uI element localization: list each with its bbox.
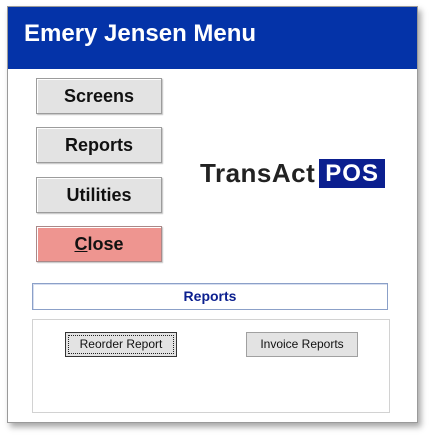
logo-text: TransAct [200, 157, 316, 188]
transact-pos-logo: TransAct POS [200, 158, 385, 188]
reports-section-header: Reports [32, 283, 388, 310]
screens-button[interactable]: Screens [36, 78, 162, 114]
close-button-text: Close [74, 234, 124, 254]
invoice-reports-button[interactable]: Invoice Reports [246, 332, 358, 357]
app-window: Emery Jensen Menu Screens Reports Utilit… [7, 6, 418, 423]
reports-button[interactable]: Reports [36, 127, 162, 163]
utilities-button[interactable]: Utilities [36, 177, 162, 213]
close-button-label: Close [74, 234, 123, 254]
reorder-report-button[interactable]: Reorder Report [65, 332, 177, 357]
window-title: Emery Jensen Menu [8, 7, 417, 69]
close-button[interactable]: Close [36, 226, 162, 262]
reports-panel: Reorder Report Invoice Reports [32, 319, 390, 413]
logo-badge: POS [319, 158, 385, 188]
